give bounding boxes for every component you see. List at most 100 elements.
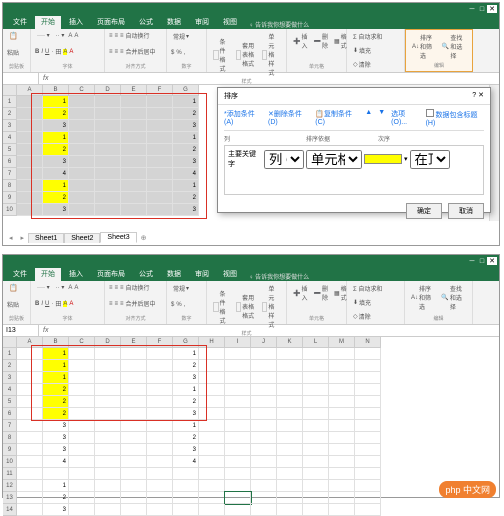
name-box-b[interactable]: I13 [3,325,39,336]
paste-btn[interactable]: 📋 [7,31,26,41]
ok-button[interactable]: 确定 [406,203,442,219]
cellstyle-icon [262,50,267,60]
close-btn-b[interactable]: ✕ [487,257,497,265]
paste-btn-b[interactable]: 📋 [7,283,26,293]
wrap-btn[interactable]: 自动换行 [126,31,150,40]
align-ctr-icon[interactable]: ≡ [115,49,119,55]
sort-by-select[interactable]: 单元格颜色 [306,150,362,169]
tab-sheet2[interactable]: Sheet2 [64,233,100,243]
menubar: 文件 开始 插入 页面布局 公式 数据 审阅 视图 ♀ 告诉我你想要做什么 [3,15,499,29]
sort-icon: A↓ [412,44,419,50]
menu-home[interactable]: 开始 [35,16,61,29]
currency-icon[interactable]: $ [171,50,174,56]
delete-icon: ➖ [314,38,321,45]
color-dd-icon[interactable]: ▾ [404,155,408,163]
add-cond-btn[interactable]: *添加条件(A) [224,109,262,127]
merge-btn[interactable]: 合并后居中 [126,47,156,56]
sort-order-select[interactable]: 在顶端 [410,150,450,169]
watermark-text: php 中文网 [445,485,490,495]
group-cells: 单元格 [291,63,342,70]
fill-color-icon[interactable]: A [63,49,67,55]
sort-color-swatch[interactable] [364,154,402,164]
del-btn[interactable]: ➖删除 [312,31,331,51]
cells-bot[interactable]: 11121321222331323344123 [17,348,499,516]
options-btn[interactable]: 选项(O)... [391,109,419,127]
percent-icon[interactable]: % [176,50,181,56]
comma-icon[interactable]: , [184,50,186,56]
copy-cond-btn[interactable]: 📋复制条件(C) [315,109,359,127]
font-family[interactable]: ···· ▾ [35,31,52,40]
menu-file[interactable]: 文件 [7,16,33,29]
align-mid-icon[interactable]: ≡ [115,33,119,39]
menu-insert[interactable]: 插入 [63,16,89,29]
menu-file-b[interactable]: 文件 [7,268,33,281]
menu-home-b[interactable]: 开始 [35,268,61,281]
menu-insert-b[interactable]: 插入 [63,268,89,281]
tblfmt-btn[interactable]: 套用表格格式 [234,40,258,69]
max-btn[interactable]: □ [477,5,487,13]
underline-btn[interactable]: U [45,49,49,55]
add-sheet-btn[interactable]: ⊕ [137,234,151,242]
sort-col-select[interactable]: 列 G [264,150,304,169]
tell-me-b[interactable]: ♀ 告诉我你想要做什么 [249,272,309,281]
menu-layout-b[interactable]: 页面布局 [91,268,131,281]
sheet-nav-next[interactable]: ▸ [17,234,29,242]
menu-view[interactable]: 视图 [217,16,243,29]
border-icon[interactable]: 田 [55,47,61,56]
sheet-nav-prev[interactable]: ◂ [5,234,17,242]
align-bot-icon[interactable]: ≡ [120,33,124,39]
clear-btn[interactable]: ◇清除 [351,59,400,70]
dec-font-icon[interactable]: A [74,33,78,39]
menu-view-b[interactable]: 视图 [217,268,243,281]
menu-review[interactable]: 审阅 [189,16,215,29]
menu-review-b[interactable]: 审阅 [189,268,215,281]
numfmt-dd[interactable]: 常规 ▾ [171,31,202,42]
font-color-icon[interactable]: A [69,49,73,55]
tell-me[interactable]: ♀ 告诉我你想要做什么 [249,20,309,29]
findsel-btn[interactable]: 🔍查找和选择 [440,32,468,61]
fill-icon: ⬇ [353,47,358,54]
sortfilter-btn[interactable]: A↓排序和筛选 [410,32,438,61]
italic-btn[interactable]: I [41,49,43,55]
move-down-icon[interactable]: ▼ [378,109,385,127]
condfmt-btn[interactable]: 条件格式 [211,36,232,74]
row-headers-b: 1234567891011121314 [3,337,17,493]
menu-formula-b[interactable]: 公式 [133,268,159,281]
bold-btn[interactable]: B [35,49,39,55]
hdr-chk-label: 数据包含标题(H) [426,112,478,127]
move-up-icon[interactable]: ▲ [365,109,372,127]
dialog-close-icon[interactable]: ? ✕ [472,91,484,101]
inc-font-icon[interactable]: A [68,33,72,39]
font-size[interactable]: ·· ▾ [54,31,67,40]
close-btn[interactable]: ✕ [487,5,497,13]
insert-icon: ➕ [293,38,300,45]
fx-icon[interactable]: fx [39,75,52,82]
menubar-b: 文件 开始 插入 页面布局 公式 数据 审阅 视图 ♀ 告诉我你想要做什么 [3,267,499,281]
tab-sheet3[interactable]: Sheet3 [100,232,136,243]
max-btn-b[interactable]: □ [477,257,487,265]
align-top-icon[interactable]: ≡ [109,33,113,39]
cancel-button[interactable]: 取消 [448,203,484,219]
menu-data-b[interactable]: 数据 [161,268,187,281]
hdr-checkbox[interactable] [426,109,434,117]
fill-btn[interactable]: ⬇填充 [351,45,400,56]
tab-sheet1[interactable]: Sheet1 [28,233,64,243]
group-clipboard: 剪贴板 [7,63,26,70]
menu-data[interactable]: 数据 [161,16,187,29]
cellstyle-btn[interactable]: 单元格样式 [260,31,282,78]
align-right-icon[interactable]: ≡ [120,49,124,55]
tblfmt-icon [236,50,241,60]
grid-bottom[interactable]: 1234567891011121314 ABCDEFGHIJKLMN 11121… [3,337,499,493]
sum-btn[interactable]: Σ 自动求和 [351,31,400,42]
min-btn-b[interactable]: ─ [467,257,477,265]
group-align: 对齐方式 [109,63,162,70]
name-box[interactable] [3,73,39,84]
menu-formula[interactable]: 公式 [133,16,159,29]
align-left-icon[interactable]: ≡ [109,49,113,55]
sort-dialog: 排序 ? ✕ *添加条件(A) ✕删除条件(D) 📋复制条件(C) ▲▼ 选项(… [217,87,491,213]
min-btn[interactable]: ─ [467,5,477,13]
menu-layout[interactable]: 页面布局 [91,16,131,29]
del-cond-btn[interactable]: ✕删除条件(D) [268,109,309,127]
ins-btn[interactable]: ➕插入 [291,31,310,51]
fx-icon-b[interactable]: fx [39,327,52,334]
